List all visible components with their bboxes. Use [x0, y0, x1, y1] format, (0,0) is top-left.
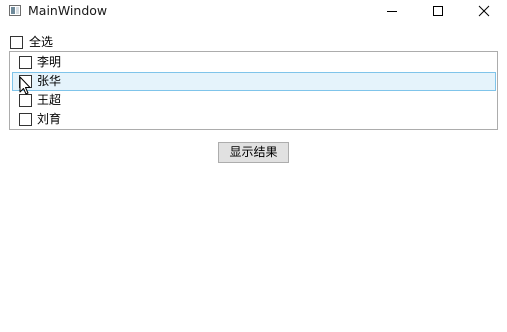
minimize-button[interactable]	[369, 0, 415, 22]
minimize-icon	[387, 11, 397, 12]
app-window-icon	[9, 5, 21, 16]
list-item-label: 张华	[37, 74, 62, 88]
list-item-checkbox[interactable]	[19, 56, 32, 69]
select-all-check-box[interactable]	[10, 36, 23, 49]
list-item[interactable]: 李明	[12, 53, 496, 72]
close-button[interactable]	[461, 0, 507, 22]
mouse-cursor-icon	[19, 76, 31, 95]
title-bar[interactable]: MainWindow	[0, 0, 507, 22]
show-result-button[interactable]: 显示结果	[218, 142, 289, 163]
list-item-label: 李明	[37, 55, 62, 69]
maximize-button[interactable]	[415, 0, 461, 22]
close-icon	[478, 5, 490, 17]
list-item-label: 王超	[37, 93, 62, 107]
list-item[interactable]: 张华	[12, 72, 496, 91]
maximize-icon	[433, 6, 443, 16]
name-list[interactable]: 李明 张华 王超 刘育	[9, 51, 498, 130]
window-title: MainWindow	[28, 3, 108, 18]
list-item-checkbox[interactable]	[19, 113, 32, 126]
list-item[interactable]: 王超	[12, 91, 496, 110]
list-item-label: 刘育	[37, 112, 62, 126]
list-item[interactable]: 刘育	[12, 110, 496, 129]
select-all-label: 全选	[29, 35, 54, 49]
